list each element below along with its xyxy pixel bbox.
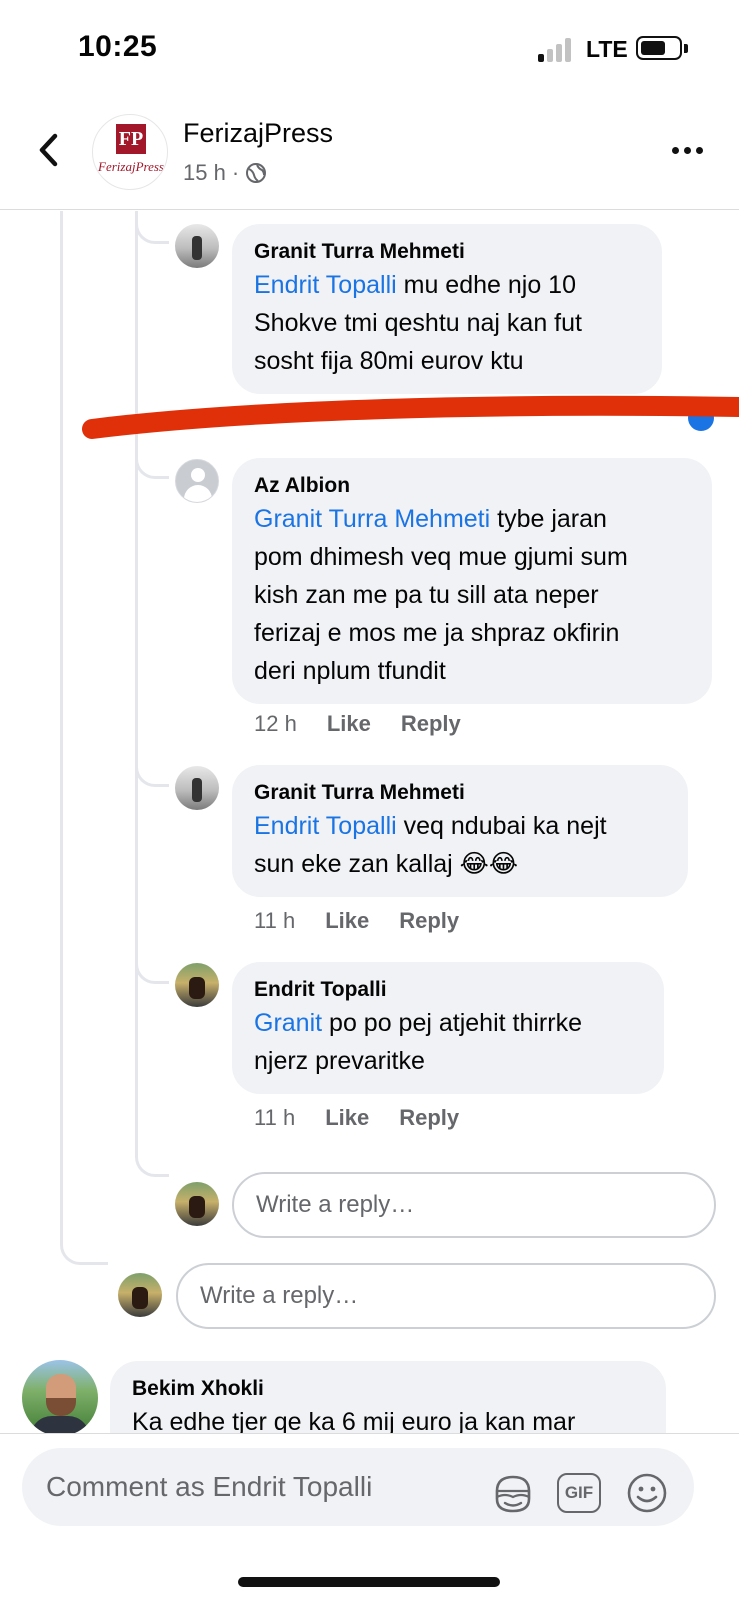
comment-line: ferizaj e mos me ja shpraz okfirin — [254, 619, 620, 647]
comment-text: Endrit Topalli mu edhe njo 10 Shokve tmi … — [254, 266, 640, 380]
dot — [672, 146, 679, 154]
post-meta: 15 h · — [183, 160, 267, 186]
comment-text: Granit po po pej atjehit thirrke njerz pr… — [254, 1004, 642, 1080]
comment-bubble[interactable]: Granit Turra Mehmeti Endrit Topalli mu e… — [232, 224, 662, 394]
sticker-icon — [495, 1475, 531, 1513]
comment-author[interactable]: Az Albion — [254, 472, 690, 500]
comment-bubble[interactable]: Granit Turra Mehmeti Endrit Topalli veq … — [232, 765, 688, 897]
comment-time: 11 h — [254, 1105, 296, 1130]
gif-icon: GIF — [557, 1473, 601, 1513]
mention-link[interactable]: Granit — [254, 1009, 322, 1037]
thread-line-inner — [135, 211, 138, 1141]
battery-nub — [684, 44, 688, 53]
comment-line: veq ndubai ka nejt — [396, 812, 607, 840]
comment-text: Ka edhe tjer qe ka 6 mij euro ja kan mar — [132, 1408, 576, 1433]
status-time: 10:25 — [78, 30, 158, 63]
dot — [696, 146, 703, 154]
comment-author[interactable]: Granit Turra Mehmeti — [254, 238, 640, 266]
logo-mark: FP — [116, 124, 146, 154]
post-header: FP FerizajPress FerizajPress 15 h · — [0, 100, 739, 210]
comment-author[interactable]: Granit Turra Mehmeti — [254, 779, 666, 807]
thread-curve-outer — [60, 1221, 108, 1265]
comment-time: 12 h — [254, 711, 297, 736]
network-label: LTE — [586, 36, 628, 62]
comment-line: tybe jaran — [490, 505, 607, 533]
comment-line: Shokve tmi qeshtu naj kan fut — [254, 309, 582, 337]
comment-text: Endrit Topalli veq ndubai ka nejt sun eke… — [254, 807, 666, 883]
home-indicator[interactable] — [238, 1577, 500, 1587]
mention-link[interactable]: Granit Turra Mehmeti — [254, 505, 490, 533]
comment-line: sun eke zan kallaj 😂😂 — [254, 850, 519, 878]
avatar[interactable] — [175, 963, 219, 1007]
thread-curve-3 — [135, 754, 169, 787]
comment-actions: 11 h Like Reply — [254, 908, 459, 934]
avatar[interactable] — [22, 1360, 98, 1433]
comment-actions: 12 h Like Reply — [254, 711, 461, 737]
comment-text: Granit Turra Mehmeti tybe jaran pom dhime… — [254, 500, 690, 690]
gif-button[interactable]: GIF — [556, 1470, 602, 1516]
mention-link[interactable]: Endrit Topalli — [254, 271, 397, 299]
like-button[interactable]: Like — [327, 711, 371, 737]
comment-bubble[interactable]: Bekim Xhokli Ka edhe tjer qe ka 6 mij eu… — [110, 1361, 666, 1433]
reply-button[interactable]: Reply — [399, 908, 459, 934]
globe-icon — [246, 163, 267, 183]
battery-icon — [636, 36, 682, 60]
comment-author[interactable]: Endrit Topalli — [254, 976, 642, 1004]
logo-text: FerizajPress — [98, 159, 164, 174]
reply-input[interactable]: Write a reply… — [176, 1263, 716, 1329]
chevron-left-icon — [39, 133, 58, 167]
comment-thread[interactable]: Granit Turra Mehmeti Endrit Topalli mu e… — [0, 211, 739, 1433]
back-button[interactable] — [28, 128, 68, 172]
comment-line: po po pej atjehit thirrke — [322, 1009, 582, 1037]
comment-line: kish zan me pa tu sill ata neper — [254, 581, 599, 609]
comment-composer-bar: Comment as Endrit Topalli GIF — [0, 1433, 739, 1553]
comment-line: sosht fija 80mi eurov ktu — [254, 347, 524, 375]
status-bar: 10:25 LTE — [0, 0, 739, 100]
post-time: 15 h — [183, 160, 226, 185]
thread-curve-1 — [135, 211, 169, 244]
reply-button[interactable]: Reply — [401, 711, 461, 737]
signal-icon — [538, 38, 572, 62]
thread-line-outer — [60, 211, 63, 1241]
comment-line: deri nplum tfundit — [254, 657, 446, 685]
avatar[interactable] — [175, 224, 219, 268]
like-button[interactable]: Like — [325, 908, 369, 934]
redaction-stroke — [82, 395, 739, 439]
emoji-button[interactable] — [624, 1470, 670, 1516]
like-button[interactable]: Like — [325, 1105, 369, 1131]
comment-bubble[interactable]: Endrit Topalli Granit po po pej atjehit … — [232, 962, 664, 1094]
comment-author[interactable]: Bekim Xhokli — [132, 1375, 644, 1403]
avatar[interactable] — [175, 766, 219, 810]
thread-curve-4 — [135, 951, 169, 984]
avatar[interactable] — [175, 459, 219, 503]
smiley-icon — [627, 1473, 667, 1513]
sticker-button[interactable] — [490, 1470, 536, 1516]
avatar — [175, 1182, 219, 1226]
comment-line: mu edhe njo 10 — [396, 271, 576, 299]
dot — [684, 146, 691, 154]
thread-curve-5 — [135, 1141, 169, 1177]
comment-time: 11 h — [254, 908, 296, 933]
comment-line: pom dhimesh veq mue gjumi sum — [254, 543, 628, 571]
comment-bubble[interactable]: Az Albion Granit Turra Mehmeti tybe jara… — [232, 458, 712, 704]
page-avatar[interactable]: FP FerizajPress — [92, 114, 168, 190]
reply-input[interactable]: Write a reply… — [232, 1172, 716, 1238]
reply-button[interactable]: Reply — [399, 1105, 459, 1131]
comment-line: njerz prevaritke — [254, 1047, 425, 1075]
page-name[interactable]: FerizajPress — [183, 118, 333, 149]
meta-separator: · — [231, 160, 240, 185]
avatar — [118, 1273, 162, 1317]
mention-link[interactable]: Endrit Topalli — [254, 812, 397, 840]
more-options-button[interactable] — [672, 140, 712, 160]
comment-actions: 11 h Like Reply — [254, 1105, 459, 1131]
